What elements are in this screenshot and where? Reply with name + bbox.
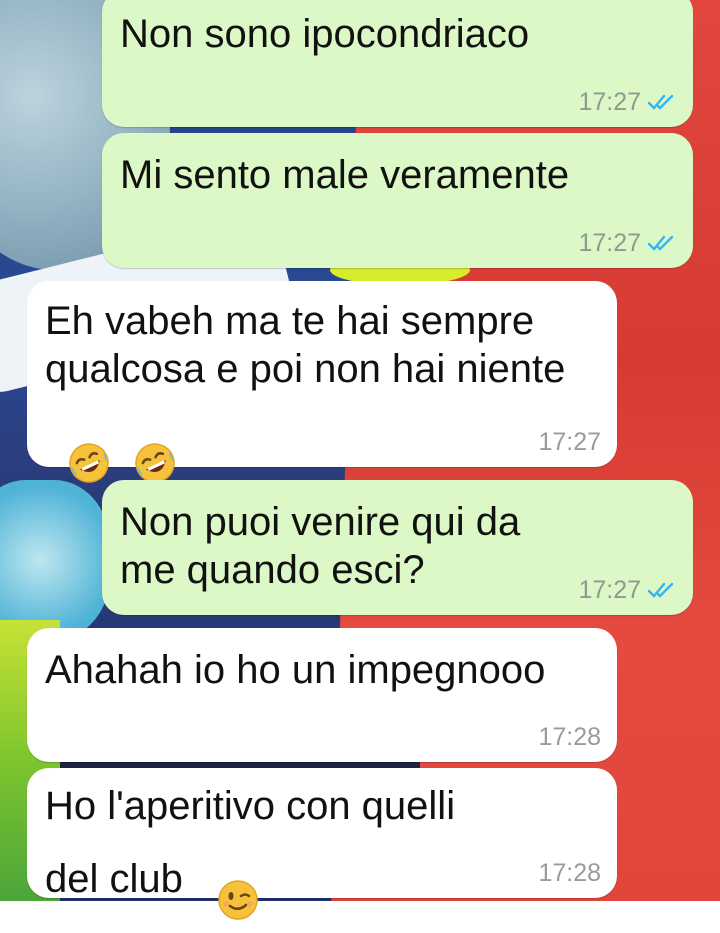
message-meta: 17:27 xyxy=(578,87,677,117)
message-time: 17:27 xyxy=(578,88,641,116)
message-time: 17:27 xyxy=(578,576,641,604)
message-meta: 17:27 xyxy=(578,228,677,258)
message-text: Eh vabeh ma te hai sempre qualcosa e poi… xyxy=(45,297,599,496)
incoming-message[interactable]: Eh vabeh ma te hai sempre qualcosa e poi… xyxy=(27,281,617,483)
message-time: 17:27 xyxy=(578,229,641,257)
message-text: Non sono ipocondriaco xyxy=(120,12,530,56)
message-time: 17:28 xyxy=(538,723,601,751)
incoming-message[interactable]: Ahahah io ho un impegnooo 17:28 xyxy=(27,628,617,762)
winking-face-icon xyxy=(194,830,260,933)
message-text: Non puoi venire qui da me quando esci? xyxy=(120,500,532,592)
message-time: 17:28 xyxy=(538,859,601,887)
incoming-message[interactable]: Ho l'aperitivo con quelli del club 17:28 xyxy=(27,768,617,920)
outgoing-message[interactable]: Non puoi venire qui da me quando esci? 1… xyxy=(102,480,693,615)
rolling-on-floor-laughing-icon xyxy=(45,393,111,496)
outgoing-message[interactable]: Mi sento male veramente 17:27 xyxy=(102,133,693,268)
message-meta: 17:28 xyxy=(538,722,601,752)
double-check-icon xyxy=(647,235,674,251)
message-text: Ho l'aperitivo con quelli del club xyxy=(45,782,507,933)
message-text: Mi sento male veramente xyxy=(120,153,570,197)
message-meta: 17:28 xyxy=(538,858,601,888)
message-time: 17:27 xyxy=(538,428,601,456)
message-meta: 17:27 xyxy=(578,575,677,605)
message-meta: 17:27 xyxy=(538,427,601,457)
double-check-icon xyxy=(647,94,674,110)
message-text: Ahahah io ho un impegnooo xyxy=(45,648,546,692)
outgoing-message[interactable]: Non sono ipocondriaco 17:27 xyxy=(102,0,693,127)
message-list[interactable]: Non sono ipocondriaco 17:27 Mi sento mal… xyxy=(0,0,720,920)
double-check-icon xyxy=(647,582,674,598)
